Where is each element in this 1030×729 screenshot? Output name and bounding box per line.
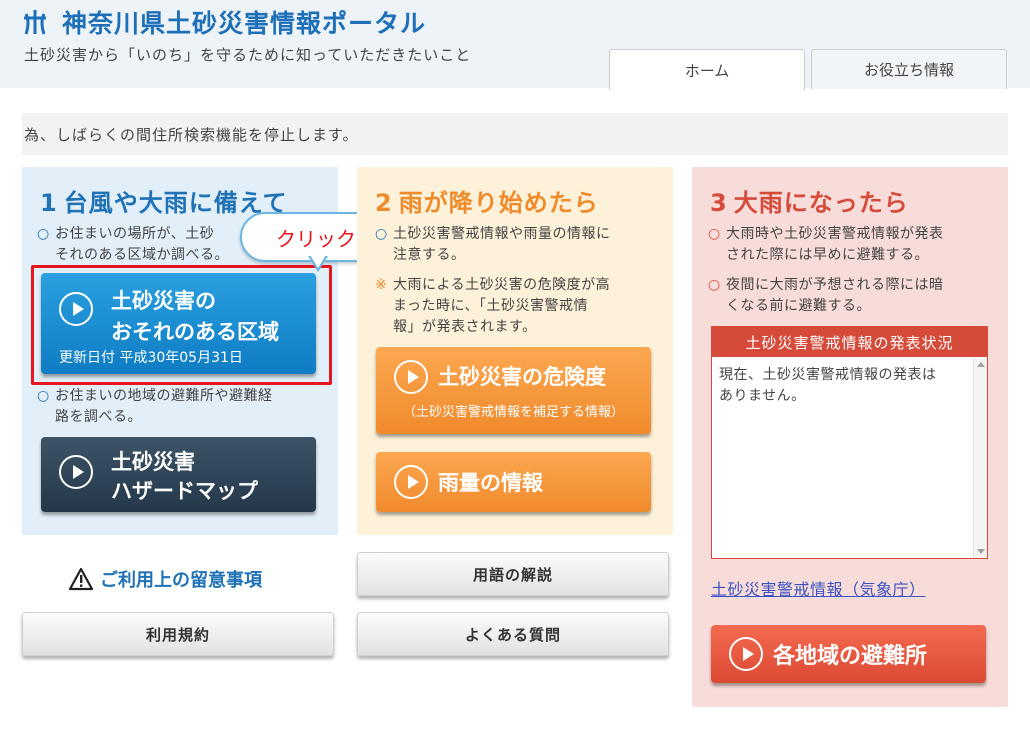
note-line: 大雨による土砂災害の危険度が高: [393, 277, 611, 293]
status-text: 現在、土砂災害警戒情報の発表は ありません。: [719, 365, 967, 407]
step-title: 大雨になったら: [733, 189, 909, 217]
hazard-map-button[interactable]: 土砂災害 ハザードマップ: [41, 437, 316, 512]
bullet-line: 注意する。: [393, 247, 466, 263]
bullet-watch-info: ○ 土砂災害警戒情報や雨量の情報に 注意する。: [375, 224, 611, 266]
button-label: 雨量の情報: [438, 471, 543, 495]
updated-date: 更新日付 平成30年05月31日: [59, 350, 243, 366]
step-number: 1: [40, 189, 58, 217]
site-title[interactable]: 神奈川県土砂災害情報ポータル: [62, 4, 426, 40]
bullet-line: くなる前に避難する。: [726, 298, 871, 314]
status-scrollbar[interactable]: [973, 358, 987, 558]
button-label: ハザードマップ: [111, 479, 258, 503]
rainfall-info-button[interactable]: 雨量の情報: [376, 452, 651, 512]
note-line: 報」が発表されます。: [393, 319, 537, 335]
sediment-hazard-area-button[interactable]: 土砂災害の おそれのある区域 更新日付 平成30年05月31日: [41, 273, 316, 374]
kome-mark-icon: ※: [375, 277, 388, 293]
warning-icon: [68, 567, 94, 591]
button-label: 土砂災害の危険度: [438, 365, 606, 389]
bullet-line: された際には早めに避難する。: [726, 247, 929, 263]
site-subtitle: 土砂災害から「いのち」を守るために知っていただきたいこと: [24, 46, 472, 64]
tab-home[interactable]: ホーム: [609, 49, 805, 90]
callout-tail-inner: [310, 255, 326, 268]
glossary-button[interactable]: 用語の解説: [357, 552, 669, 596]
step-title: 台風や大雨に備えて: [63, 189, 288, 217]
play-circle-icon: [394, 360, 428, 394]
button-sublabel: （土砂災害警戒情報を補足する情報）: [402, 405, 624, 420]
circle-bullet-icon: ○: [708, 226, 721, 242]
note-line: まった時に、「土砂災害警戒情: [393, 298, 589, 314]
jma-warning-link[interactable]: 土砂災害警戒情報（気象庁）: [711, 576, 926, 600]
bullet-evacuate-before-dark: ○ 夜間に大雨が予想される際には暗 くなる前に避難する。: [708, 275, 944, 317]
circle-bullet-icon: ○: [708, 277, 721, 293]
play-circle-icon: [729, 637, 763, 671]
column-title: 2 雨が降り始めたら: [375, 183, 599, 218]
sediment-danger-level-button[interactable]: 土砂災害の危険度 （土砂災害警戒情報を補足する情報）: [376, 347, 651, 434]
bullet-line: 土砂災害警戒情報や雨量の情報に: [393, 226, 611, 242]
bullet-evacuate-early: ○ 大雨時や土砂災害警戒情報が発表 された際には早めに避難する。: [708, 224, 944, 266]
faq-button[interactable]: よくある質問: [357, 612, 669, 656]
usage-notes-link[interactable]: ご利用上の留意事項: [68, 566, 262, 592]
regional-shelters-button[interactable]: 各地域の避難所: [711, 625, 986, 683]
circle-bullet-icon: ○: [37, 388, 50, 404]
site-header: 神奈川県土砂災害情報ポータル 土砂災害から「いのち」を守るために知っていただきた…: [0, 0, 1030, 90]
bullet-line: 路を調べる。: [55, 409, 142, 425]
bullet-line: 夜間に大雨が予想される際には暗: [726, 277, 944, 293]
button-label: 土砂災害の: [111, 289, 216, 313]
note-warning-info: ※ 大雨による土砂災害の危険度が高 まった時に、「土砂災害警戒情 報」が発表されま…: [375, 275, 610, 338]
circle-bullet-icon: ○: [37, 226, 50, 242]
step-title: 雨が降り始めたら: [398, 189, 599, 217]
circle-bullet-icon: ○: [375, 226, 388, 242]
notice-bar: 為、しばらくの間住所検索機能を停止します。: [22, 113, 1008, 155]
bullet-line: お住まいの場所が、土砂: [55, 226, 215, 242]
column-title: 1 台風や大雨に備えて: [40, 183, 288, 218]
bullet-check-area: ○ お住まいの場所が、土砂 それのある区域か調べる。: [37, 224, 229, 266]
button-label: 土砂災害: [111, 450, 195, 474]
button-label: 各地域の避難所: [773, 644, 928, 669]
notes-label: ご利用上の留意事項: [100, 570, 262, 591]
kanagawa-logo-icon: [24, 10, 46, 35]
play-circle-icon: [59, 455, 93, 489]
status-line: 現在、土砂災害警戒情報の発表は: [719, 367, 937, 383]
step-number: 2: [375, 189, 393, 217]
bullet-check-shelter: ○ お住まいの地域の避難所や避難経 路を調べる。: [37, 386, 273, 428]
play-circle-icon: [59, 292, 93, 326]
column-title: 3 大雨になったら: [710, 183, 909, 218]
bullet-line: 大雨時や土砂災害警戒情報が発表: [726, 226, 944, 242]
scroll-up-icon[interactable]: [977, 362, 985, 367]
warning-status-panel: 土砂災害警戒情報の発表状況 現在、土砂災害警戒情報の発表は ありません。: [711, 326, 988, 559]
step-number: 3: [710, 189, 728, 217]
bullet-line: それのある区域か調べる。: [55, 247, 229, 263]
bullet-line: お住まいの地域の避難所や避難経: [55, 388, 273, 404]
play-circle-icon: [394, 465, 428, 499]
tab-useful-info[interactable]: お役立ち情報: [811, 49, 1007, 89]
terms-of-use-button[interactable]: 利用規約: [22, 612, 334, 656]
status-line: ありません。: [719, 388, 806, 404]
button-label: おそれのある区域: [111, 320, 279, 344]
status-panel-title: 土砂災害警戒情報の発表状況: [712, 327, 987, 357]
scroll-down-icon[interactable]: [977, 549, 985, 554]
